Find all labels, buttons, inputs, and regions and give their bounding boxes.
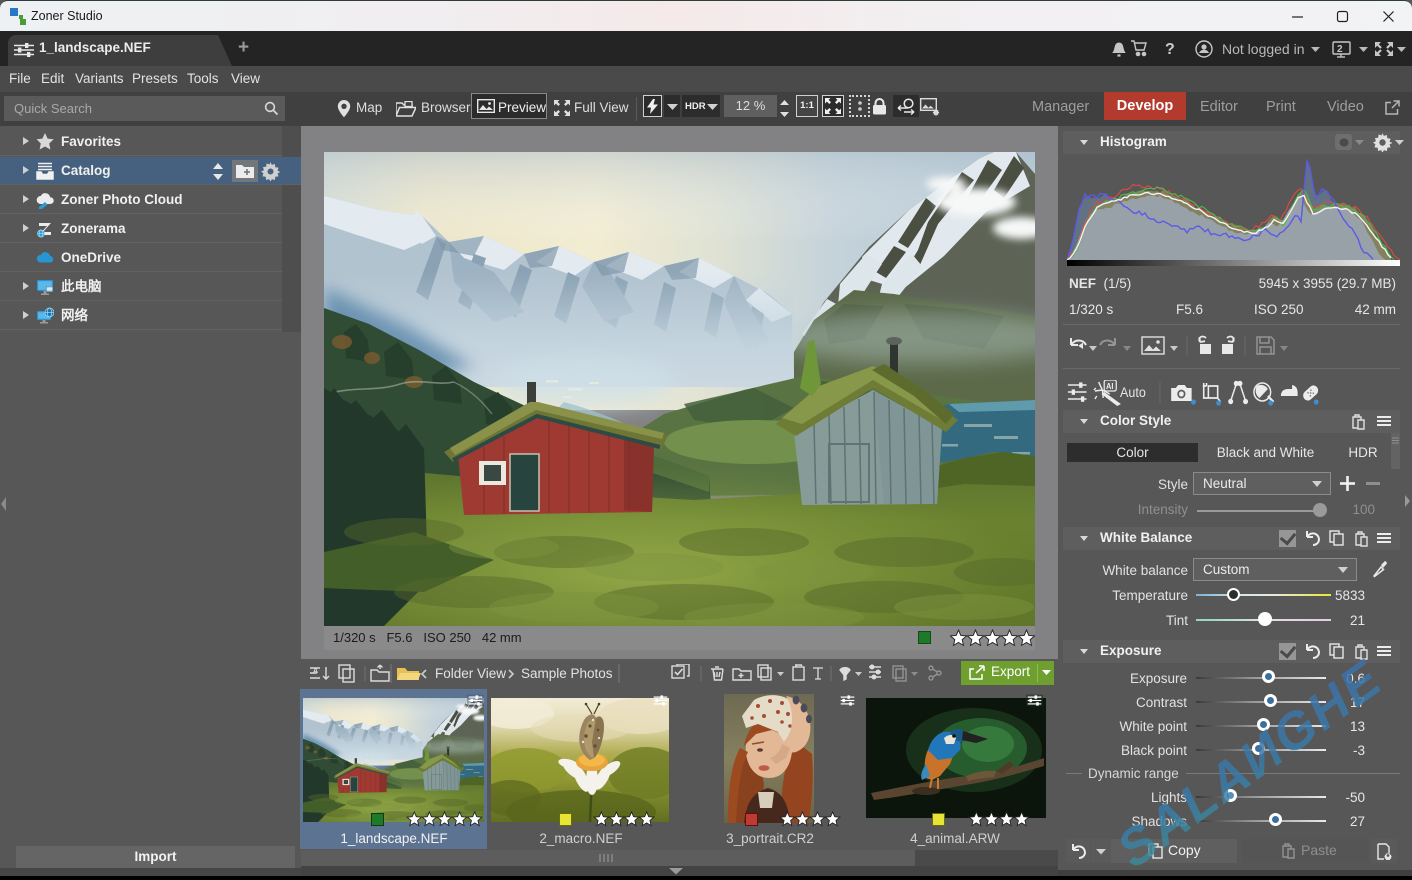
- svg-text:Auto: Auto: [1120, 385, 1146, 401]
- svg-text:Folder View: Folder View: [435, 666, 506, 681]
- svg-text:Sample Photos: Sample Photos: [521, 666, 613, 681]
- svg-text:A: A: [313, 668, 318, 675]
- svg-text:?: ?: [1165, 41, 1175, 58]
- svg-text:AI: AI: [1106, 382, 1113, 391]
- svg-text:2: 2: [1337, 44, 1343, 55]
- svg-text:Not logged in: Not logged in: [1222, 41, 1305, 57]
